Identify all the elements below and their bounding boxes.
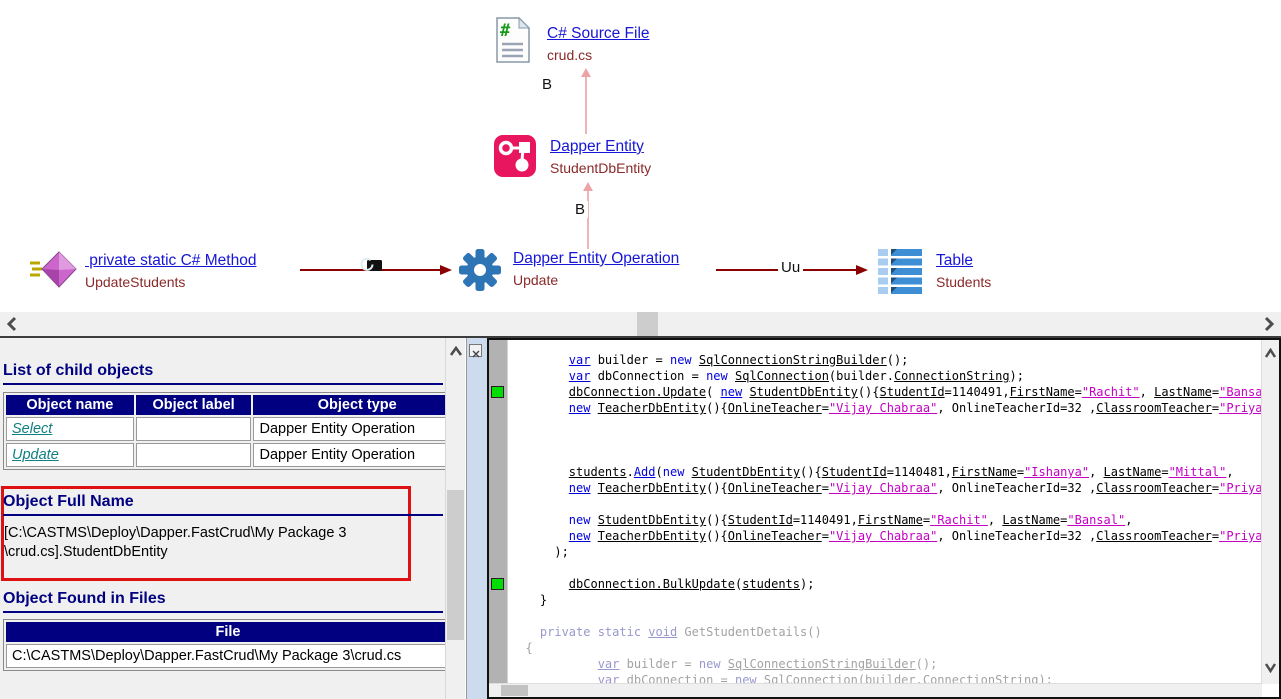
use-arrowhead <box>856 265 868 275</box>
column-header: File <box>6 622 450 642</box>
object-full-name-heading: Object Full Name <box>3 493 443 516</box>
left-panel-vertical-scrollbar[interactable] <box>445 338 465 699</box>
node-title[interactable]: Table <box>936 252 991 270</box>
scroll-left-icon[interactable] <box>6 316 18 337</box>
bookmark-marker[interactable] <box>491 578 504 590</box>
source-code-viewer[interactable]: var builder = new SqlConnectionStringBui… <box>487 338 1281 699</box>
bookmark-marker[interactable] <box>491 386 504 398</box>
csharp-source-file-icon[interactable]: # <box>496 17 530 68</box>
belongs-arrowhead <box>583 182 593 191</box>
child-object-link[interactable]: Update <box>12 447 59 463</box>
node-dapper-entity-operation[interactable]: Dapper Entity Operation Update <box>513 250 679 288</box>
object-properties-panel: List of child objects Object nameObject … <box>0 338 465 699</box>
belongs-arrow-line <box>587 191 589 249</box>
node-object-name: StudentDbEntity <box>550 160 651 176</box>
scroll-down-icon[interactable] <box>1264 660 1277 678</box>
belongs-arrow-line <box>585 77 587 134</box>
column-header: Object label <box>136 395 252 415</box>
diagram-horizontal-scrollbar[interactable] <box>0 312 1281 336</box>
child-objects-heading: List of child objects <box>3 362 443 385</box>
table-row: UpdateDapper Entity Operation <box>6 443 461 467</box>
found-in-files-table: File C:\CASTMS\Deploy\Dapper.FastCrud\My… <box>3 619 453 671</box>
object-found-in-files-heading: Object Found in Files <box>3 590 443 613</box>
dapper-entity-icon[interactable] <box>494 135 536 182</box>
column-header: Object name <box>6 395 134 415</box>
node-title[interactable]: Dapper Entity <box>550 138 651 156</box>
link-label-belongs-2: B <box>572 201 588 218</box>
column-header: Object type <box>253 395 461 415</box>
node-title[interactable]: C# Source File <box>547 25 650 43</box>
dependency-diagram: # C# Source File crud.cs B Dapper Entity… <box>0 0 1281 312</box>
scroll-right-icon[interactable] <box>1263 316 1275 337</box>
gear-icon[interactable] <box>459 249 501 296</box>
node-title[interactable]: Dapper Entity Operation <box>513 250 679 268</box>
panel-splitter[interactable] <box>466 338 488 699</box>
left-panel-scrollbar-thumb[interactable] <box>447 490 464 640</box>
splitter-close-button[interactable] <box>469 344 482 357</box>
child-object-link[interactable]: Select <box>12 421 52 437</box>
scroll-up-icon[interactable] <box>449 344 463 362</box>
object-full-name-line2: \crud.cs].StudentDbEntity <box>4 543 410 562</box>
link-label-use-update: Uu <box>778 259 803 276</box>
code-vertical-scrollbar[interactable] <box>1261 340 1279 684</box>
node-csharp-method[interactable]: private static C# Method UpdateStudents <box>85 252 256 290</box>
table-row: SelectDapper Entity Operation <box>6 417 461 441</box>
node-object-name: UpdateStudents <box>85 274 256 290</box>
object-full-name-line1: [C:\CASTMS\Deploy\Dapper.FastCrud\My Pac… <box>4 524 410 543</box>
code-scrollbar-thumb[interactable] <box>501 685 528 696</box>
object-full-name-value: [C:\CASTMS\Deploy\Dapper.FastCrud\My Pac… <box>4 524 410 562</box>
node-csharp-source-file[interactable]: C# Source File crud.cs <box>547 25 650 63</box>
svg-text:#: # <box>500 21 511 41</box>
node-dapper-entity[interactable]: Dapper Entity StudentDbEntity <box>550 138 651 176</box>
table-row: C:\CASTMS\Deploy\Dapper.FastCrud\My Pack… <box>6 644 450 668</box>
node-object-name: Update <box>513 272 679 288</box>
file-path-cell: C:\CASTMS\Deploy\Dapper.FastCrud\My Pack… <box>6 644 450 668</box>
node-object-name: crud.cs <box>547 47 650 63</box>
child-objects-table: Object nameObject labelObject type Selec… <box>3 392 464 470</box>
table-icon[interactable] <box>878 249 926 300</box>
node-title[interactable]: private static C# Method <box>85 252 256 270</box>
scroll-up-icon[interactable] <box>1264 346 1277 364</box>
node-table[interactable]: Table Students <box>936 252 991 290</box>
node-object-name: Students <box>936 274 991 290</box>
details-area: List of child objects Object nameObject … <box>0 336 1281 699</box>
link-label-belongs-1: B <box>539 76 555 93</box>
belongs-arrowhead <box>581 68 591 77</box>
call-arrowhead <box>440 265 452 275</box>
csharp-method-icon[interactable] <box>28 250 78 295</box>
code-gutter <box>489 340 508 684</box>
call-link-icon <box>360 256 386 279</box>
code-horizontal-scrollbar[interactable] <box>489 683 1262 697</box>
source-code-view[interactable]: var builder = new SqlConnectionStringBui… <box>507 340 1262 684</box>
diagram-scrollbar-thumb[interactable] <box>637 312 658 336</box>
